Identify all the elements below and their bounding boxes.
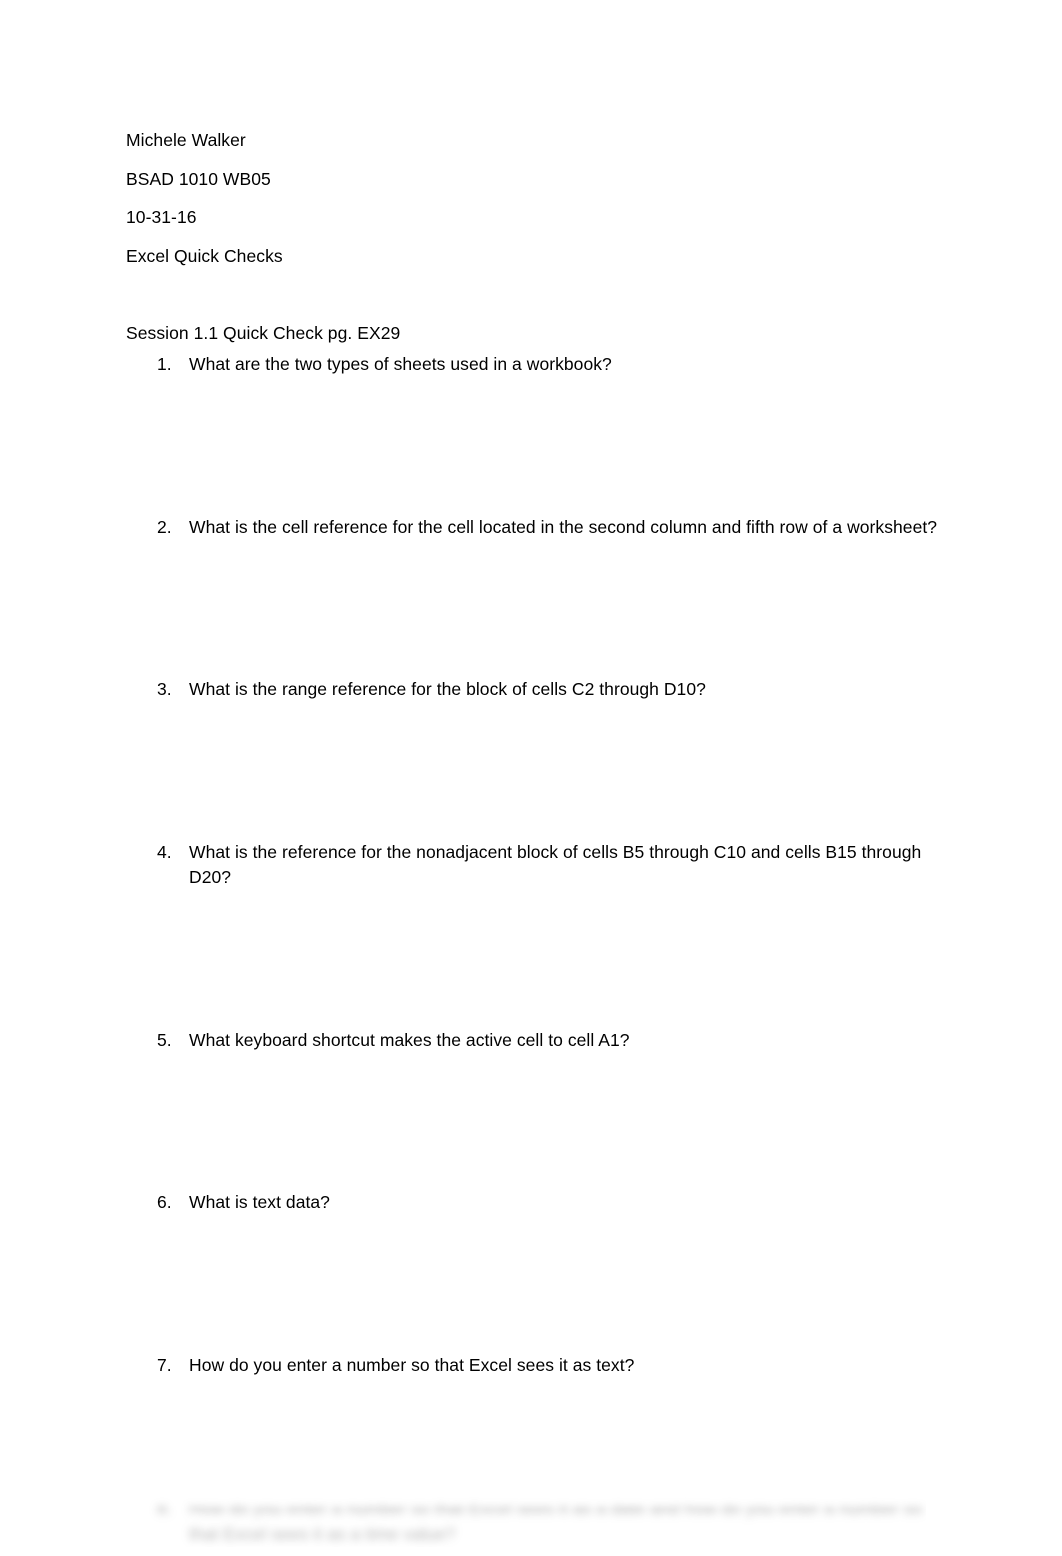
question-number: 6. <box>157 1192 172 1212</box>
question-number: 3. <box>157 679 172 699</box>
question-number: 2. <box>157 516 172 537</box>
assignment-title: Excel Quick Checks <box>126 245 283 266</box>
question-text: What keyboard shortcut makes the active … <box>189 1029 630 1050</box>
question-text: What are the two types of sheets used in… <box>189 354 612 374</box>
question-text: What is the range reference for the bloc… <box>189 679 706 699</box>
assignment-date: 10-31-16 <box>126 207 197 227</box>
list-item: 5. What keyboard shortcut makes the acti… <box>126 1028 956 1054</box>
header-spacer <box>126 275 956 314</box>
cutoff-question-number: 8. <box>157 1498 172 1518</box>
document-page: Michele Walker BSAD 1010 WB05 10-31-16 E… <box>0 0 1062 1556</box>
question-number: 7. <box>157 1354 172 1375</box>
question-number: 4. <box>157 841 172 862</box>
question-text: What is the cell reference for the cell … <box>189 516 938 537</box>
list-item: 1. What are the two types of sheets used… <box>126 352 956 378</box>
question-number: 1. <box>157 354 172 374</box>
document-body: Michele Walker BSAD 1010 WB05 10-31-16 E… <box>126 121 956 1378</box>
author-name: Michele Walker <box>126 130 246 150</box>
question-list: 1. What are the two types of sheets used… <box>126 352 956 1378</box>
section-heading: Session 1.1 Quick Check pg. EX29 <box>126 322 401 343</box>
question-text: What is text data? <box>189 1192 330 1212</box>
question-number: 5. <box>157 1029 172 1050</box>
list-item: 4. What is the reference for the nonadja… <box>126 840 956 891</box>
list-item: 2. What is the cell reference for the ce… <box>126 515 956 541</box>
question-text: How do you enter a number so that Excel … <box>189 1354 635 1375</box>
list-item: 6. What is text data? <box>126 1190 956 1216</box>
cutoff-question-text: How do you enter a number so that Excel … <box>189 1498 923 1544</box>
cutoff-blurred-content: 8. How do you enter a number so that Exc… <box>126 1496 926 1556</box>
course-code: BSAD 1010 WB05 <box>126 168 271 189</box>
list-item: 7. How do you enter a number so that Exc… <box>126 1353 956 1379</box>
list-item: 3. What is the range reference for the b… <box>126 677 956 703</box>
question-text: What is the reference for the nonadjacen… <box>189 841 922 888</box>
